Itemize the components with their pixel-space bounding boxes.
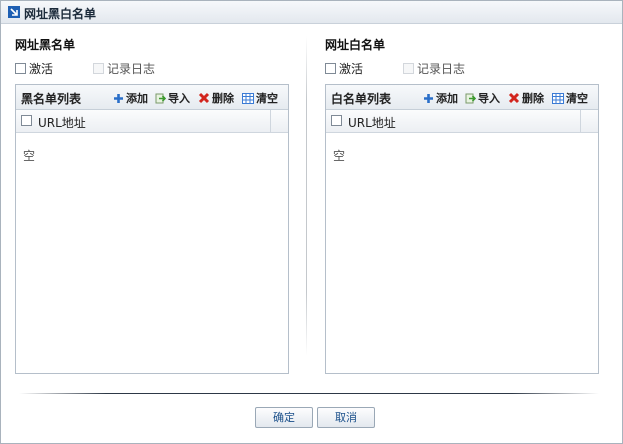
whitelist-activate-option[interactable]: 激活 (325, 60, 363, 77)
whitelist-add-label: 添加 (436, 92, 458, 105)
whitelist-list-title: 白名单列表 (331, 92, 392, 106)
blacklist-delete-label: 删除 (212, 92, 234, 105)
arrow-corner-icon (8, 6, 20, 18)
blacklist-add-button[interactable]: 添加 (113, 90, 148, 106)
plus-icon (114, 93, 123, 103)
blacklist-activate-option[interactable]: 激活 (15, 60, 53, 77)
footer-separator (19, 393, 599, 394)
column-divider (580, 110, 581, 132)
blacklist-clear-button[interactable]: 清空 (242, 90, 278, 106)
blacklist-list-title: 黑名单列表 (21, 92, 82, 106)
plus-icon (424, 93, 433, 103)
whitelist-activate-checkbox[interactable] (325, 63, 336, 74)
blacklist-empty-text: 空 (23, 149, 36, 163)
whitelist-log-option[interactable]: 记录日志 (403, 60, 465, 77)
whitelist-add-button[interactable]: 添加 (423, 90, 458, 106)
blacklist-import-button[interactable]: 导入 (155, 90, 190, 106)
blacklist-toolbar: 黑名单列表 添加 导入 删除 清空 (16, 85, 288, 110)
grid-clear-icon (552, 92, 564, 104)
whitelist-column-header: URL地址 (326, 110, 598, 133)
whitelist-url-column-label: URL地址 (348, 116, 396, 130)
blacklist-log-label: 记录日志 (107, 62, 156, 76)
blacklist-list: 黑名单列表 添加 导入 删除 清空 URL地址 空 (15, 84, 289, 374)
whitelist-import-button[interactable]: 导入 (465, 90, 500, 106)
column-divider (270, 110, 271, 132)
blacklist-add-label: 添加 (126, 92, 148, 105)
whitelist-log-checkbox[interactable] (403, 63, 414, 74)
import-icon (155, 93, 166, 103)
whitelist-clear-button[interactable]: 清空 (552, 90, 588, 106)
whitelist-blacklist-dialog: 网址黑白名单 网址黑名单 激活 记录日志 黑名单列表 添加 导入 删除 清空 U… (0, 0, 623, 444)
whitelist-empty-text: 空 (333, 149, 346, 163)
blacklist-section-title: 网址黑名单 (15, 38, 76, 52)
ok-button[interactable]: 确定 (255, 407, 313, 428)
whitelist-select-all-checkbox[interactable] (331, 115, 342, 126)
title-bar: 网址黑白名单 (1, 1, 622, 24)
whitelist-import-label: 导入 (478, 92, 500, 105)
import-icon (465, 93, 476, 103)
whitelist-log-label: 记录日志 (417, 62, 466, 76)
blacklist-column-header: URL地址 (16, 110, 288, 133)
whitelist-section-title: 网址白名单 (325, 38, 386, 52)
grid-clear-icon (242, 92, 254, 104)
blacklist-log-option[interactable]: 记录日志 (93, 60, 155, 77)
delete-x-icon (508, 92, 520, 104)
whitelist-delete-button[interactable]: 删除 (508, 90, 544, 106)
blacklist-activate-label: 激活 (29, 62, 54, 76)
dialog-title: 网址黑白名单 (24, 7, 97, 21)
blacklist-import-label: 导入 (168, 92, 190, 105)
blacklist-log-checkbox[interactable] (93, 63, 104, 74)
whitelist-list: 白名单列表 添加 导入 删除 清空 URL地址 空 (325, 84, 599, 374)
whitelist-delete-label: 删除 (522, 92, 544, 105)
blacklist-url-column-label: URL地址 (38, 116, 86, 130)
whitelist-toolbar: 白名单列表 添加 导入 删除 清空 (326, 85, 598, 110)
panel-separator (306, 36, 307, 356)
blacklist-activate-checkbox[interactable] (15, 63, 26, 74)
whitelist-activate-label: 激活 (339, 62, 364, 76)
whitelist-clear-label: 清空 (566, 92, 588, 105)
blacklist-delete-button[interactable]: 删除 (198, 90, 234, 106)
blacklist-select-all-checkbox[interactable] (21, 115, 32, 126)
blacklist-clear-label: 清空 (256, 92, 278, 105)
delete-x-icon (198, 92, 210, 104)
cancel-button[interactable]: 取消 (317, 407, 375, 428)
